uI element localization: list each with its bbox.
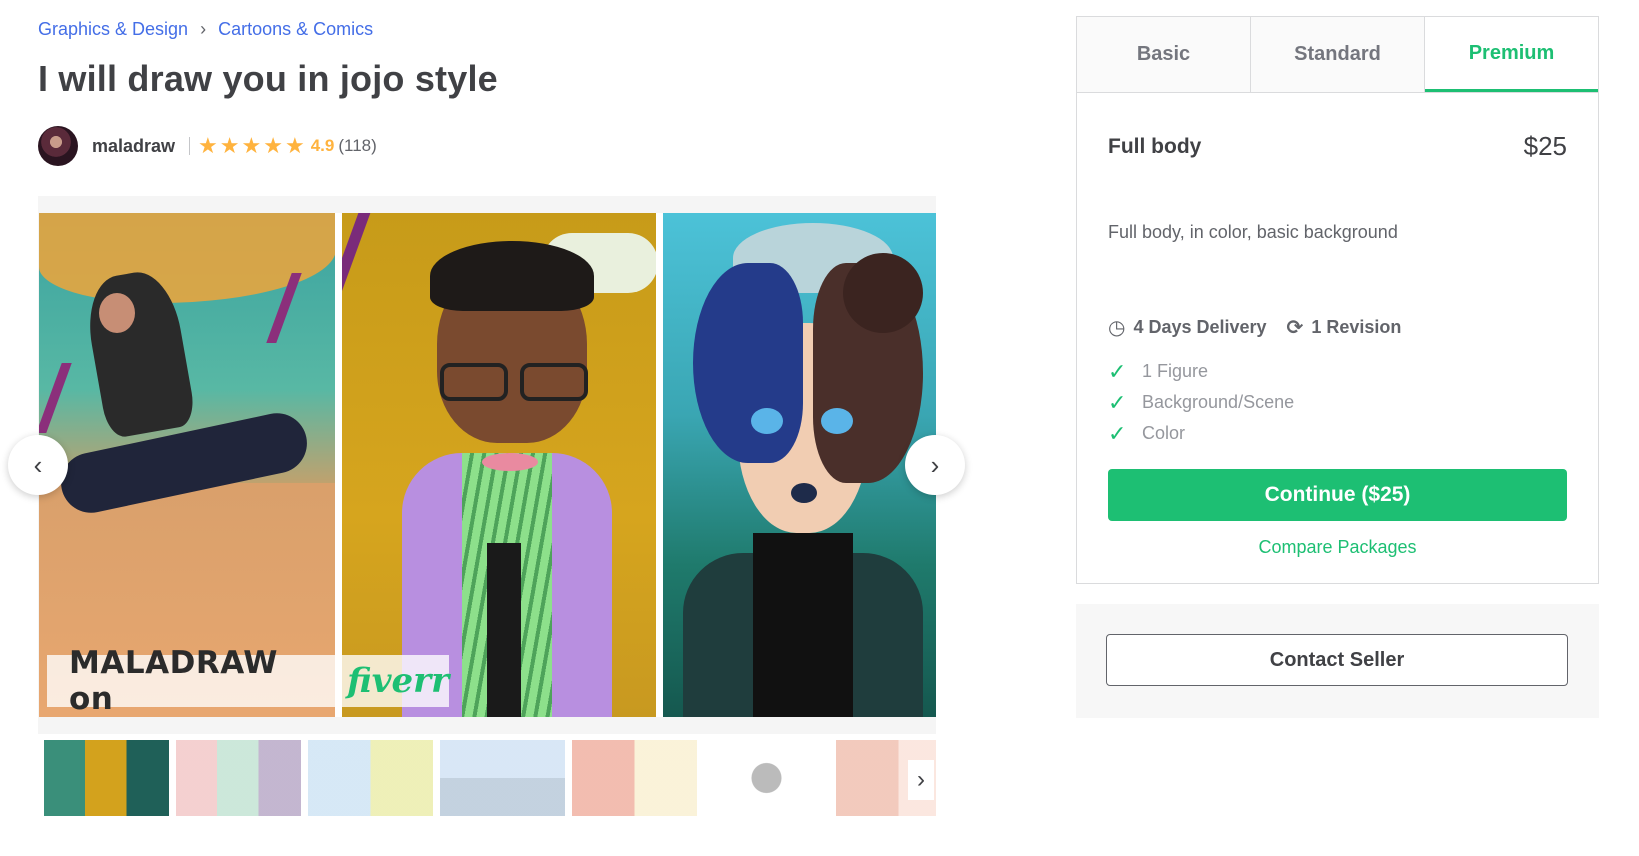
- thumbnail[interactable]: [308, 740, 433, 816]
- seller-overview: maladraw ★ ★ ★ ★ ★ 4.9 (118): [38, 126, 377, 166]
- rating-count[interactable]: (118): [338, 136, 376, 156]
- breadcrumb-cartoons-comics[interactable]: Cartoons & Comics: [218, 19, 373, 40]
- check-icon: ✓: [1108, 389, 1127, 415]
- chevron-left-icon: ‹: [33, 449, 43, 480]
- contact-seller-section: Contact Seller: [1076, 604, 1599, 718]
- thumbnail[interactable]: [704, 740, 829, 816]
- fiverr-logo: fiverr: [347, 661, 449, 701]
- star-icon: ★: [263, 133, 283, 158]
- delivery-time: 4 Days Delivery: [1133, 317, 1267, 337]
- gallery-prev-button[interactable]: ‹: [8, 435, 68, 495]
- gallery-panel-1: [39, 213, 335, 717]
- tab-standard[interactable]: Standard: [1251, 17, 1425, 92]
- star-rating: ★ ★ ★ ★ ★: [198, 133, 305, 159]
- check-icon: ✓: [1108, 420, 1127, 446]
- chevron-right-icon: ›: [930, 449, 940, 480]
- tab-premium[interactable]: Premium: [1425, 17, 1598, 92]
- thumbnail[interactable]: [176, 740, 301, 816]
- gallery-panel-2: [341, 213, 657, 717]
- list-item: ✓ Background/Scene: [1108, 389, 1295, 415]
- continue-button[interactable]: Continue ($25): [1108, 469, 1567, 521]
- star-icon: ★: [198, 133, 218, 158]
- seller-name[interactable]: maladraw: [92, 136, 175, 157]
- avatar[interactable]: [38, 126, 78, 166]
- star-icon: ★: [219, 133, 240, 158]
- package-tabs: Basic Standard Premium: [1077, 17, 1598, 93]
- package-price: $25: [1523, 131, 1567, 161]
- gallery-next-button[interactable]: ›: [905, 435, 965, 495]
- list-item: ✓ Color: [1108, 420, 1186, 446]
- gallery-panel-3: [663, 213, 936, 717]
- compare-packages-link[interactable]: Compare Packages: [1108, 537, 1567, 558]
- divider: [189, 137, 191, 155]
- package-description: Full body, in color, basic background: [1108, 222, 1398, 242]
- breadcrumb-graphics-design[interactable]: Graphics & Design: [38, 19, 188, 40]
- page-title: I will draw you in jojo style: [38, 58, 498, 99]
- watermark-text: MALADRAW on: [69, 645, 278, 717]
- star-icon: ★: [284, 133, 305, 158]
- check-icon: ✓: [1108, 358, 1127, 384]
- star-icon: ★: [241, 133, 262, 158]
- thumbnails-next-button[interactable]: ›: [908, 760, 934, 800]
- thumbnail[interactable]: [572, 740, 697, 816]
- gig-gallery: MALADRAW on fiverr: [38, 196, 936, 734]
- package-meta: ◷ 4 Days Delivery ⟳ 1 Revision: [1108, 315, 1567, 340]
- refresh-icon: ⟳: [1286, 317, 1304, 339]
- feature-list: ✓ 1 Figure ✓ Background/Scene ✓ Color: [1108, 356, 1567, 449]
- contact-seller-button[interactable]: Contact Seller: [1106, 634, 1568, 686]
- rating-score: 4.9: [310, 136, 335, 155]
- clock-icon: ◷: [1108, 317, 1126, 339]
- thumbnail-strip: [44, 740, 936, 816]
- gallery-main-image[interactable]: MALADRAW on fiverr: [39, 213, 936, 717]
- revisions: 1 Revision: [1311, 317, 1402, 337]
- breadcrumb: Graphics & Design › Cartoons & Comics: [38, 19, 373, 40]
- list-item: ✓ 1 Figure: [1108, 358, 1209, 384]
- thumbnail[interactable]: [440, 740, 565, 816]
- package-name: Full body: [1108, 134, 1202, 158]
- watermark: MALADRAW on fiverr: [47, 645, 449, 717]
- packages-panel: Basic Standard Premium Full body $25 Ful…: [1076, 16, 1599, 584]
- tab-basic[interactable]: Basic: [1077, 17, 1251, 92]
- thumbnail[interactable]: [44, 740, 169, 816]
- chevron-right-icon: ›: [917, 766, 925, 793]
- chevron-right-icon: ›: [200, 19, 207, 39]
